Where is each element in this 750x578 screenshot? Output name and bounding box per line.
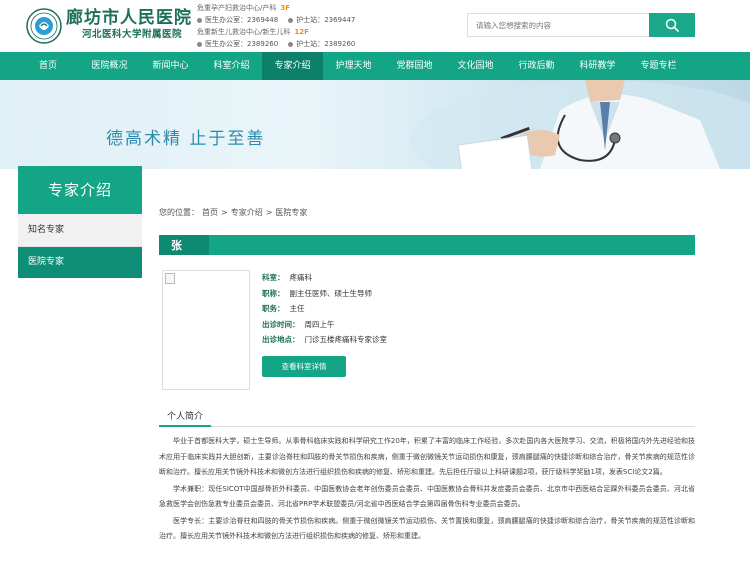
info-clinic-time: 出诊时间： 周四上午 xyxy=(262,319,335,329)
info-clinic-location: 出诊地点： 门诊五楼疼痛科专家诊室 xyxy=(262,335,387,344)
hospital-subtitle: 河北医科大学附属医院 xyxy=(82,29,183,40)
banner-slogan: 德高术精 止于至善 xyxy=(106,129,266,149)
intro-tabs: 个人简介 xyxy=(159,409,695,427)
nav-item-experts[interactable]: 专家介绍 xyxy=(262,52,323,80)
search-icon xyxy=(665,18,679,32)
breadcrumb-home[interactable]: 首页 xyxy=(202,208,218,217)
contact-info: 危重孕产妇救治中心/产科 3F 医生办公室：2369448 护士站：2369447 … xyxy=(197,2,355,50)
info-department: 科室： 疼痛科 xyxy=(262,273,312,282)
contact-group-2-title: 危重新生儿救治中心/新生儿科 12F xyxy=(197,28,309,36)
nav-item-news[interactable]: 新闻中心 xyxy=(140,52,201,80)
breadcrumb-separator: > xyxy=(221,208,228,217)
contact-group-1-title: 危重孕产妇救治中心/产科 3F xyxy=(197,4,291,12)
info-title: 职称： 副主任医师、硕士生导师 xyxy=(262,288,372,298)
nav-item-party[interactable]: 党群园地 xyxy=(384,52,445,80)
nav-item-nursing[interactable]: 护理天地 xyxy=(323,52,384,80)
breadcrumb-prefix: 您的位置： xyxy=(159,208,199,217)
phone-icon xyxy=(197,41,202,47)
breadcrumb-hospital-experts[interactable]: 医院专家 xyxy=(275,208,307,217)
sidebar-title: 专家介绍 xyxy=(18,166,142,214)
hospital-logo[interactable] xyxy=(26,8,62,44)
tab-profile[interactable]: 个人简介 xyxy=(159,409,211,427)
nav-item-topics[interactable]: 专题专栏 xyxy=(628,52,689,80)
site-header: 廊坊市人民医院 河北医科大学附属医院 危重孕产妇救治中心/产科 3F 医生办公室：… xyxy=(0,0,750,52)
contact-group-1-phones: 医生办公室：2369448 护士站：2369447 xyxy=(197,14,355,26)
nav-item-departments[interactable]: 科室介绍 xyxy=(201,52,262,80)
search-input[interactable] xyxy=(467,13,649,37)
doctor-photo xyxy=(162,270,250,390)
phone-icon xyxy=(288,17,294,23)
view-department-button[interactable]: 查看科室详情 xyxy=(262,356,346,377)
sidebar-item-famous-experts[interactable]: 知名专家 xyxy=(18,214,142,247)
nav-item-logistics[interactable]: 行政后勤 xyxy=(506,52,567,80)
hospital-name: 廊坊市人民医院 xyxy=(66,8,192,28)
nav-item-overview[interactable]: 医院概况 xyxy=(79,52,140,80)
breadcrumb-separator: > xyxy=(265,208,273,217)
floor-badge: 3F xyxy=(280,4,291,12)
intro-paragraph: 医学专长：主要诊治脊柱和四肢的骨关节损伤和疾病。侧重于微创微镜关节运动损伤、关节… xyxy=(159,516,695,541)
nav-item-culture[interactable]: 文化园地 xyxy=(445,52,506,80)
intro-body: 毕业于首都医科大学，硕士生导师。从事骨科临床实践和科学研究工作20年，积累了丰富… xyxy=(159,434,695,546)
doctor-name: 张 xyxy=(171,239,182,252)
nav-item-home[interactable]: 首页 xyxy=(18,52,78,80)
phone-icon xyxy=(197,17,202,23)
breadcrumb-experts[interactable]: 专家介绍 xyxy=(231,208,263,217)
intro-paragraph: 毕业于首都医科大学，硕士生导师。从事骨科临床实践和科学研究工作20年，积累了丰富… xyxy=(159,437,695,476)
contact-group-2-phones: 医生办公室：2389260 护士站：2389260 xyxy=(197,38,355,50)
search-button[interactable] xyxy=(649,13,695,37)
floor-badge: 12F xyxy=(294,28,309,36)
doctor-name-bar: 张 xyxy=(159,235,695,255)
logo-text[interactable]: 廊坊市人民医院 河北医科大学附属医院 xyxy=(66,9,192,41)
info-position: 职务： 主任 xyxy=(262,304,305,313)
intro-paragraph: 学术兼职：现任SICOT中国部骨折外科委员、中国医教协会老年创伤委员会委员、中国… xyxy=(159,484,695,509)
broken-image-icon xyxy=(165,273,175,284)
banner: 德高术精 止于至善 xyxy=(0,80,750,169)
phone-icon xyxy=(288,41,294,47)
sidebar-item-hospital-experts[interactable]: 医院专家 xyxy=(18,247,142,278)
doctor-info: 科室： 疼痛科 职称： 副主任医师、硕士生导师 职务： 主任 出诊时间： 周四上午 出诊… xyxy=(262,270,387,348)
search-bar xyxy=(467,13,695,37)
main-nav: 首页 医院概况 新闻中心 科室介绍 专家介绍 护理天地 党群园地 文化园地 行政… xyxy=(0,52,750,80)
nav-item-research[interactable]: 科研教学 xyxy=(567,52,628,80)
breadcrumb: 您的位置： 首页 > 专家介绍 > 医院专家 xyxy=(159,207,310,218)
